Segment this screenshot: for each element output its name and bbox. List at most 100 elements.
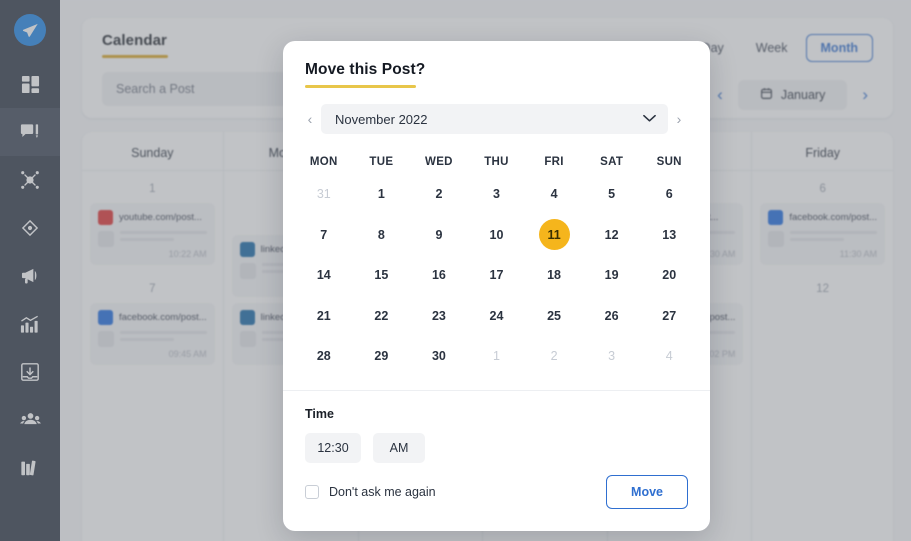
day-number: 27 [662,308,677,323]
day-number: 18 [547,268,562,283]
day-cell[interactable]: 7 [295,215,353,256]
weekday-label: WED [425,156,453,168]
chevron-down-icon [643,110,656,128]
day-grid: 31 1 2 3 4 5 6 7 8 9 10 11 12 13 14 15 16 17 18 19 20 21 22 23 2… [295,174,698,377]
day-cell[interactable]: 5 [583,174,641,215]
day-cell[interactable]: 3 [583,336,641,377]
day-cell[interactable]: 3 [468,174,526,215]
day-number: 4 [550,187,558,202]
dont-ask-again-checkbox[interactable]: Don't ask me again [305,485,436,499]
time-ampm-select[interactable]: AM [373,432,425,463]
day-cell[interactable]: 2 [410,174,468,215]
day-number: 6 [665,187,673,202]
dialog-prev-month-button[interactable]: ‹ [301,111,319,127]
day-number: 21 [316,308,331,323]
day-cell-selected[interactable]: 11 [525,215,583,256]
day-cell[interactable]: 15 [353,255,411,296]
day-cell[interactable]: 20 [640,255,698,296]
day-number: 14 [316,268,331,283]
dont-ask-again-label: Don't ask me again [329,485,436,499]
month-selector-row: ‹ November 2022 › [301,104,688,134]
day-number: 2 [550,349,558,364]
day-number: 8 [377,227,385,242]
weekday-label: SUN [656,156,682,168]
day-number: 4 [665,349,673,364]
dialog-title-underline [305,85,416,88]
day-number: 23 [431,308,446,323]
dialog-title: Move this Post? [305,61,426,78]
day-number: 17 [489,268,504,283]
day-number: 2 [435,187,443,202]
day-cell[interactable]: 29 [353,336,411,377]
dialog-header: Move this Post? [283,41,710,88]
day-number: 9 [435,227,443,242]
day-cell[interactable]: 16 [410,255,468,296]
time-hour-input[interactable]: 12:30 [305,432,361,463]
day-number: 13 [662,227,677,242]
day-cell[interactable]: 4 [525,174,583,215]
app-root: Calendar Search a Post Day Week Month ‹ [0,0,911,541]
dialog-next-month-button[interactable]: › [670,111,688,127]
move-button[interactable]: Move [606,475,688,509]
day-number: 30 [431,349,446,364]
day-cell[interactable]: 19 [583,255,641,296]
month-year-label: November 2022 [335,111,428,127]
day-number: 16 [431,268,446,283]
day-number: 10 [489,227,504,242]
day-cell[interactable]: 27 [640,296,698,337]
day-cell[interactable]: 9 [410,215,468,256]
time-fields: 12:30 AM [305,432,688,463]
day-cell[interactable]: 1 [353,174,411,215]
day-number: 22 [374,308,389,323]
day-number: 15 [374,268,389,283]
day-number: 5 [608,187,616,202]
day-cell[interactable]: 31 [295,174,353,215]
day-cell[interactable]: 12 [583,215,641,256]
day-number: 11 [538,219,570,251]
day-cell[interactable]: 6 [640,174,698,215]
day-cell[interactable]: 14 [295,255,353,296]
day-number: 1 [493,349,500,364]
weekday-label: SAT [600,156,624,168]
day-number: 31 [316,187,331,202]
day-cell[interactable]: 28 [295,336,353,377]
day-cell[interactable]: 23 [410,296,468,337]
day-cell[interactable]: 24 [468,296,526,337]
weekday-header-row: MON TUE WED THU FRI SAT SUN [295,156,698,168]
time-section-label: Time [305,406,334,421]
day-cell[interactable]: 18 [525,255,583,296]
day-cell[interactable]: 8 [353,215,411,256]
day-cell[interactable]: 10 [468,215,526,256]
day-cell[interactable]: 21 [295,296,353,337]
month-year-dropdown[interactable]: November 2022 [321,104,668,134]
weekday-label: FRI [544,156,564,168]
dialog-footer: Don't ask me again Move [283,475,710,531]
day-number: 25 [547,308,562,323]
day-cell[interactable]: 1 [468,336,526,377]
weekday-label: THU [484,156,509,168]
day-number: 7 [320,227,328,242]
weekday-label: TUE [369,156,394,168]
day-number: 3 [493,187,500,202]
day-number: 20 [662,268,677,283]
day-number: 1 [377,187,385,202]
day-cell[interactable]: 22 [353,296,411,337]
move-post-dialog: Move this Post? ‹ November 2022 › MON TUE… [283,41,710,531]
day-number: 28 [316,349,331,364]
day-number: 19 [604,268,619,283]
time-section: Time 12:30 AM [283,391,710,463]
day-cell[interactable]: 25 [525,296,583,337]
day-cell[interactable]: 30 [410,336,468,377]
checkbox-box-icon [305,485,319,499]
day-cell[interactable]: 17 [468,255,526,296]
day-cell[interactable]: 2 [525,336,583,377]
day-number: 12 [604,227,619,242]
day-number: 29 [374,349,389,364]
day-number: 26 [604,308,619,323]
day-cell[interactable]: 26 [583,296,641,337]
weekday-label: MON [309,156,338,168]
day-cell[interactable]: 13 [640,215,698,256]
day-cell[interactable]: 4 [640,336,698,377]
day-number: 24 [489,308,504,323]
day-number: 3 [608,349,616,364]
